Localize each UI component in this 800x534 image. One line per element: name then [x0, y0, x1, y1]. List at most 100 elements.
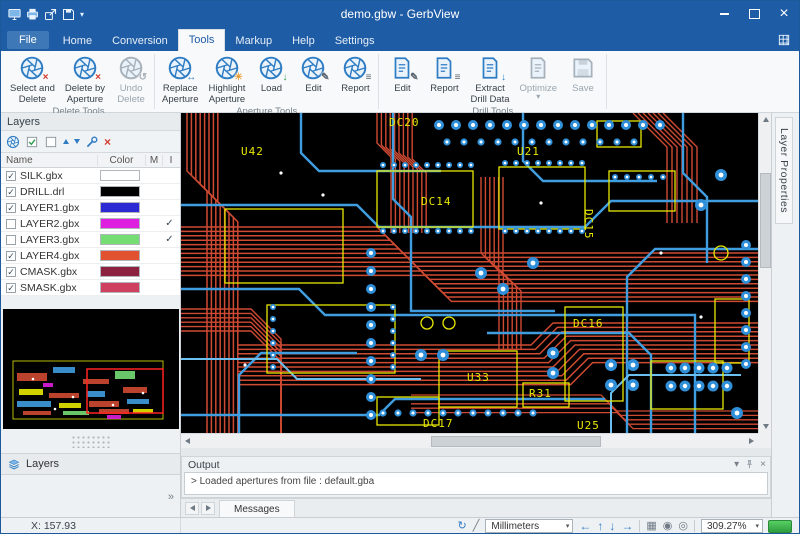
- layer-row[interactable]: ✓DRILL.drl: [1, 184, 180, 200]
- layer-row[interactable]: ✓LAYER4.gbx: [1, 248, 180, 264]
- panel-expand-chevron[interactable]: »: [168, 491, 174, 503]
- layer-color-swatch[interactable]: [100, 234, 140, 245]
- layer-visibility-checkbox[interactable]: ✓: [6, 251, 16, 261]
- output-menu-icon[interactable]: ▾: [734, 459, 739, 470]
- tab-conversion[interactable]: Conversion: [102, 31, 178, 51]
- layer-row[interactable]: ✓SMASK.gbx: [1, 280, 180, 296]
- tab-help[interactable]: Help: [282, 31, 325, 51]
- ribbon-button-edit[interactable]: ✎Edit: [381, 54, 423, 95]
- nudge-right-button[interactable]: →: [621, 520, 633, 532]
- snap-toggle-icon[interactable]: ◉: [663, 521, 673, 532]
- column-m[interactable]: M: [145, 155, 162, 166]
- output-log-line[interactable]: > Loaded apertures from file : default.g…: [184, 472, 768, 495]
- delete-layer-icon[interactable]: ×: [104, 136, 111, 148]
- move-layer-down-icon[interactable]: [74, 139, 80, 144]
- horizontal-scroll-thumb[interactable]: [431, 436, 601, 447]
- pcb-viewport[interactable]: U42DC20U21DC14DC15DC16U33R31DC17U25: [181, 113, 758, 433]
- layer-visibility-checkbox[interactable]: ✓: [6, 203, 16, 213]
- export-icon[interactable]: [43, 7, 58, 22]
- app-icon[interactable]: [7, 7, 22, 22]
- layers-bottom-tab[interactable]: Layers: [1, 453, 180, 475]
- layer-i-cell[interactable]: ✓: [161, 218, 178, 229]
- nudge-down-button[interactable]: ↓: [609, 520, 615, 532]
- layer-row[interactable]: LAYER3.gbx✓: [1, 232, 180, 248]
- layer-visibility-checkbox[interactable]: [6, 235, 16, 245]
- layer-row[interactable]: ✓LAYER1.gbx: [1, 200, 180, 216]
- window-minimize-button[interactable]: [709, 1, 739, 27]
- layer-row[interactable]: ✓CMASK.gbx: [1, 264, 180, 280]
- layer-color-swatch[interactable]: [100, 218, 140, 229]
- tab-nav-left-arrow[interactable]: [185, 502, 199, 515]
- column-name[interactable]: Name: [1, 155, 97, 166]
- horizontal-scrollbar[interactable]: [181, 433, 758, 448]
- vertical-scroll-thumb[interactable]: [760, 173, 771, 268]
- ribbon-button-delete-by-aperture[interactable]: ×Delete byAperture: [60, 54, 110, 106]
- auto-redraw-button[interactable]: [768, 520, 792, 533]
- ribbon-button-highlight-aperture[interactable]: ☀HighlightAperture: [203, 54, 250, 106]
- tab-file[interactable]: File: [7, 31, 49, 49]
- scroll-left-arrow[interactable]: [181, 435, 194, 448]
- column-color[interactable]: Color: [97, 155, 145, 166]
- check-all-icon[interactable]: [25, 135, 39, 149]
- ribbon-options-icon[interactable]: [777, 33, 791, 47]
- pan-icon[interactable]: ↻: [458, 521, 467, 532]
- ribbon-button-report[interactable]: ≡Report: [423, 54, 465, 95]
- ribbon-button-select-and-delete[interactable]: ×Select andDelete: [5, 54, 60, 106]
- ribbon-button-load[interactable]: ↓Load: [250, 54, 292, 95]
- aperture-tool-icon[interactable]: [6, 135, 20, 149]
- save-icon[interactable]: [61, 7, 76, 22]
- layer-visibility-checkbox[interactable]: ✓: [6, 187, 16, 197]
- window-maximize-button[interactable]: [739, 1, 769, 27]
- tab-nav-right-arrow[interactable]: [201, 502, 215, 515]
- layer-visibility-checkbox[interactable]: ✓: [6, 283, 16, 293]
- move-layer-up-icon[interactable]: [63, 139, 69, 144]
- tab-markup[interactable]: Markup: [225, 31, 282, 51]
- ribbon-button-save[interactable]: Save: [562, 54, 604, 95]
- ribbon-button-optimize[interactable]: Optimize▾: [515, 54, 562, 101]
- layer-row[interactable]: ✓SILK.gbx: [1, 168, 180, 184]
- panel-splitter-handle[interactable]: [71, 435, 111, 448]
- measure-icon[interactable]: ╱: [473, 521, 480, 532]
- qat-dropdown-icon[interactable]: ▾: [80, 10, 84, 19]
- pcb-label: U33: [467, 371, 490, 384]
- layer-properties-tab[interactable]: Layer Properties: [775, 117, 793, 224]
- layer-color-swatch[interactable]: [100, 282, 140, 293]
- nudge-up-button[interactable]: ↑: [597, 520, 603, 532]
- grid-toggle-icon[interactable]: ▦: [646, 521, 656, 532]
- scroll-right-arrow[interactable]: [745, 435, 758, 448]
- column-i[interactable]: I: [162, 155, 179, 166]
- ribbon-button-replace-aperture[interactable]: ↔ReplaceAperture: [157, 54, 203, 106]
- output-pin-icon[interactable]: [744, 459, 755, 470]
- output-splitter[interactable]: [181, 448, 771, 456]
- tab-home[interactable]: Home: [53, 31, 102, 51]
- layer-color-swatch[interactable]: [100, 266, 140, 277]
- pcb-canvas[interactable]: U42DC20U21DC14DC15DC16U33R31DC17U25: [181, 113, 758, 433]
- print-icon[interactable]: [25, 7, 40, 22]
- window-close-button[interactable]: [769, 1, 799, 27]
- layer-i-cell[interactable]: ✓: [161, 234, 178, 245]
- layer-visibility-checkbox[interactable]: [6, 219, 16, 229]
- units-select[interactable]: Millimeters ▾: [485, 519, 573, 533]
- uncheck-all-icon[interactable]: [44, 135, 58, 149]
- layer-color-swatch[interactable]: [100, 186, 140, 197]
- origin-toggle-icon[interactable]: ◎: [678, 521, 688, 532]
- layer-visibility-checkbox[interactable]: ✓: [6, 267, 16, 277]
- tab-messages[interactable]: Messages: [219, 500, 295, 517]
- ribbon-button-edit[interactable]: ✎Edit: [292, 54, 334, 95]
- nudge-left-button[interactable]: ←: [579, 520, 591, 532]
- layer-color-swatch[interactable]: [100, 170, 140, 181]
- tab-settings[interactable]: Settings: [325, 31, 385, 51]
- layer-settings-wrench-icon[interactable]: [85, 135, 99, 149]
- tab-tools[interactable]: Tools: [178, 29, 226, 51]
- board-preview[interactable]: [3, 309, 179, 429]
- layer-visibility-checkbox[interactable]: ✓: [6, 171, 16, 181]
- vertical-scrollbar[interactable]: [758, 113, 771, 433]
- zoom-select[interactable]: 309.27% ▾: [701, 519, 763, 533]
- output-close-icon[interactable]: ×: [760, 459, 766, 470]
- ribbon-button-extract-drill-data[interactable]: ↓ExtractDrill Data: [465, 54, 514, 106]
- ribbon-button-undo-delete[interactable]: ↺UndoDelete: [110, 54, 152, 106]
- layer-color-swatch[interactable]: [100, 202, 140, 213]
- ribbon-button-report[interactable]: ≡Report: [334, 54, 376, 95]
- layer-color-swatch[interactable]: [100, 250, 140, 261]
- layer-row[interactable]: LAYER2.gbx✓: [1, 216, 180, 232]
